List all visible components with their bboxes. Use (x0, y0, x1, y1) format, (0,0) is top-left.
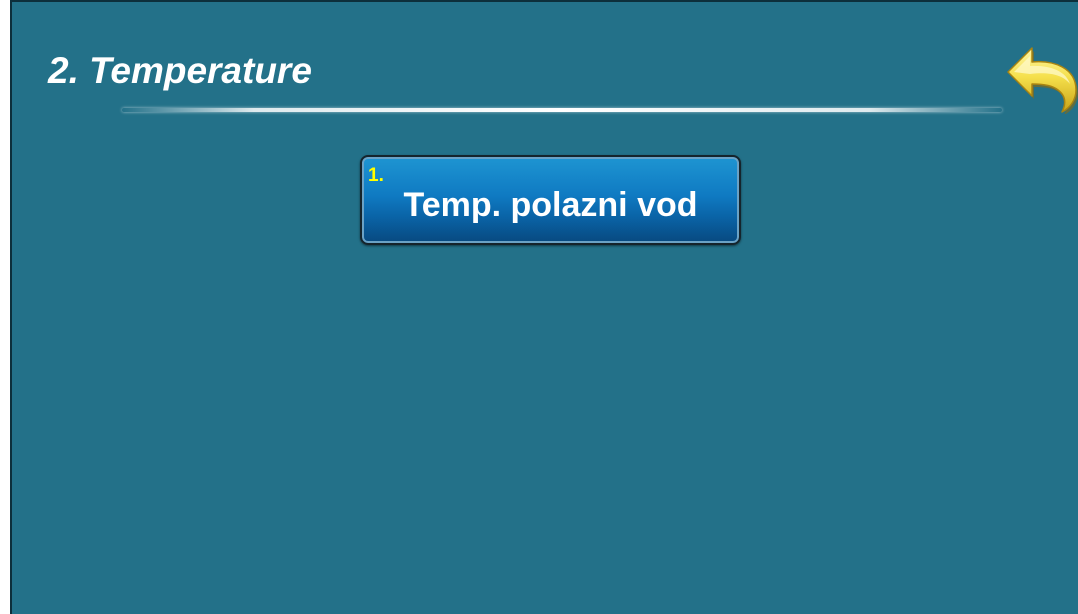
main-panel: 2. Temperature (10, 0, 1078, 614)
page-title: 2. Temperature (48, 50, 312, 91)
back-arrow-icon (1007, 47, 1078, 114)
menu-item-number: 1. (368, 165, 384, 186)
menu-item-label: Temp. polazni vod (403, 186, 698, 224)
screen: 2. Temperature 1. Temp. polazni vod (0, 0, 1078, 614)
menu-item-temp-polazni-vod[interactable]: 1. Temp. polazni vod (360, 155, 741, 245)
title-divider (122, 108, 1002, 112)
back-button[interactable] (1002, 38, 1078, 114)
